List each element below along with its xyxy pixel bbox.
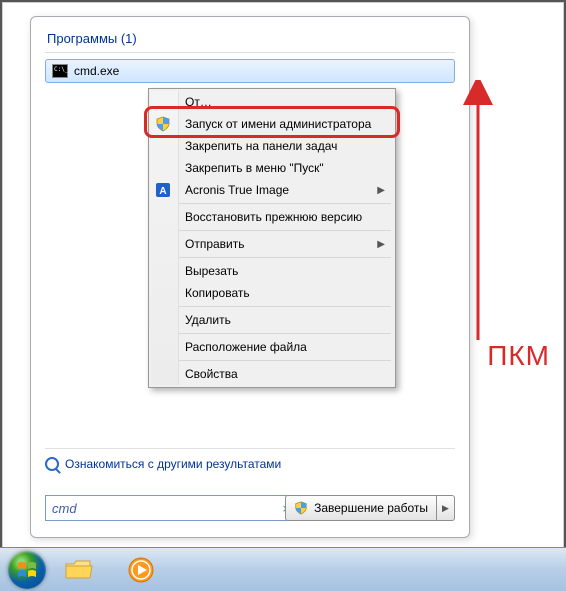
- menu-restore[interactable]: Восстановить прежнюю версию: [179, 206, 393, 228]
- menu-acronis-label: Acronis True Image: [185, 183, 289, 197]
- menu-acronis[interactable]: A Acronis True Image ▶: [179, 179, 393, 201]
- explorer-icon: [64, 558, 94, 582]
- cmd-icon: [52, 64, 68, 78]
- svg-text:A: A: [159, 186, 166, 197]
- acronis-icon: A: [155, 182, 171, 198]
- menu-separator: [179, 257, 391, 258]
- menu-send-to-label: Отправить: [185, 237, 245, 251]
- menu-send-to[interactable]: Отправить ▶: [179, 233, 393, 255]
- taskbar-explorer[interactable]: [50, 552, 108, 588]
- menu-run-as-admin[interactable]: Запуск от имени администратора: [179, 113, 393, 135]
- shutdown-button[interactable]: Завершение работы: [285, 495, 437, 521]
- windows-logo-icon: [17, 560, 37, 580]
- search-icon: [45, 457, 59, 471]
- context-menu: От… Запуск от имени администратора Закре…: [148, 88, 396, 388]
- menu-cut-label: Вырезать: [185, 264, 238, 278]
- taskbar: [0, 547, 566, 591]
- shield-icon: [155, 116, 171, 132]
- shutdown-split-button: Завершение работы ▶: [285, 495, 455, 521]
- menu-pin-start[interactable]: Закрепить в меню "Пуск": [179, 157, 393, 179]
- search-result-cmd[interactable]: cmd.exe: [45, 59, 455, 83]
- shutdown-label: Завершение работы: [314, 501, 428, 515]
- menu-open-location[interactable]: Расположение файла: [179, 336, 393, 358]
- menu-pin-start-label: Закрепить в меню "Пуск": [185, 161, 324, 175]
- menu-run-as-admin-label: Запуск от имени администратора: [185, 117, 371, 131]
- menu-open-location-label: Расположение файла: [185, 340, 307, 354]
- search-input-container: ×: [45, 495, 299, 521]
- menu-separator: [179, 360, 391, 361]
- menu-properties[interactable]: Свойства: [179, 363, 393, 385]
- menu-delete-label: Удалить: [185, 313, 231, 327]
- start-button[interactable]: [8, 551, 46, 589]
- menu-separator: [179, 333, 391, 334]
- separator: [45, 52, 455, 53]
- see-more-label: Ознакомиться с другими результатами: [65, 457, 281, 471]
- menu-pin-taskbar[interactable]: Закрепить на панели задач: [179, 135, 393, 157]
- menu-copy-label: Копировать: [185, 286, 250, 300]
- menu-delete[interactable]: Удалить: [179, 309, 393, 331]
- search-input[interactable]: [52, 501, 280, 516]
- context-menu-icon-column: [151, 91, 179, 385]
- shield-icon: [294, 501, 308, 515]
- annotation-label: ПКМ: [487, 340, 550, 372]
- menu-restore-label: Восстановить прежнюю версию: [185, 210, 362, 224]
- media-player-icon: [127, 556, 155, 584]
- shutdown-options-button[interactable]: ▶: [437, 495, 455, 521]
- menu-open[interactable]: От…: [179, 91, 393, 113]
- menu-separator: [179, 306, 391, 307]
- menu-pin-taskbar-label: Закрепить на панели задач: [185, 139, 337, 153]
- result-label: cmd.exe: [74, 64, 119, 78]
- menu-open-label: От…: [185, 95, 212, 109]
- submenu-arrow-icon: ▶: [377, 239, 385, 250]
- see-more-results-link[interactable]: Ознакомиться с другими результатами: [45, 457, 281, 471]
- menu-copy[interactable]: Копировать: [179, 282, 393, 304]
- menu-separator: [179, 203, 391, 204]
- taskbar-media-player[interactable]: [112, 552, 170, 588]
- separator: [45, 448, 455, 449]
- menu-separator: [179, 230, 391, 231]
- submenu-arrow-icon: ▶: [377, 185, 385, 196]
- menu-cut[interactable]: Вырезать: [179, 260, 393, 282]
- programs-header: Программы (1): [31, 17, 469, 50]
- menu-properties-label: Свойства: [185, 367, 238, 381]
